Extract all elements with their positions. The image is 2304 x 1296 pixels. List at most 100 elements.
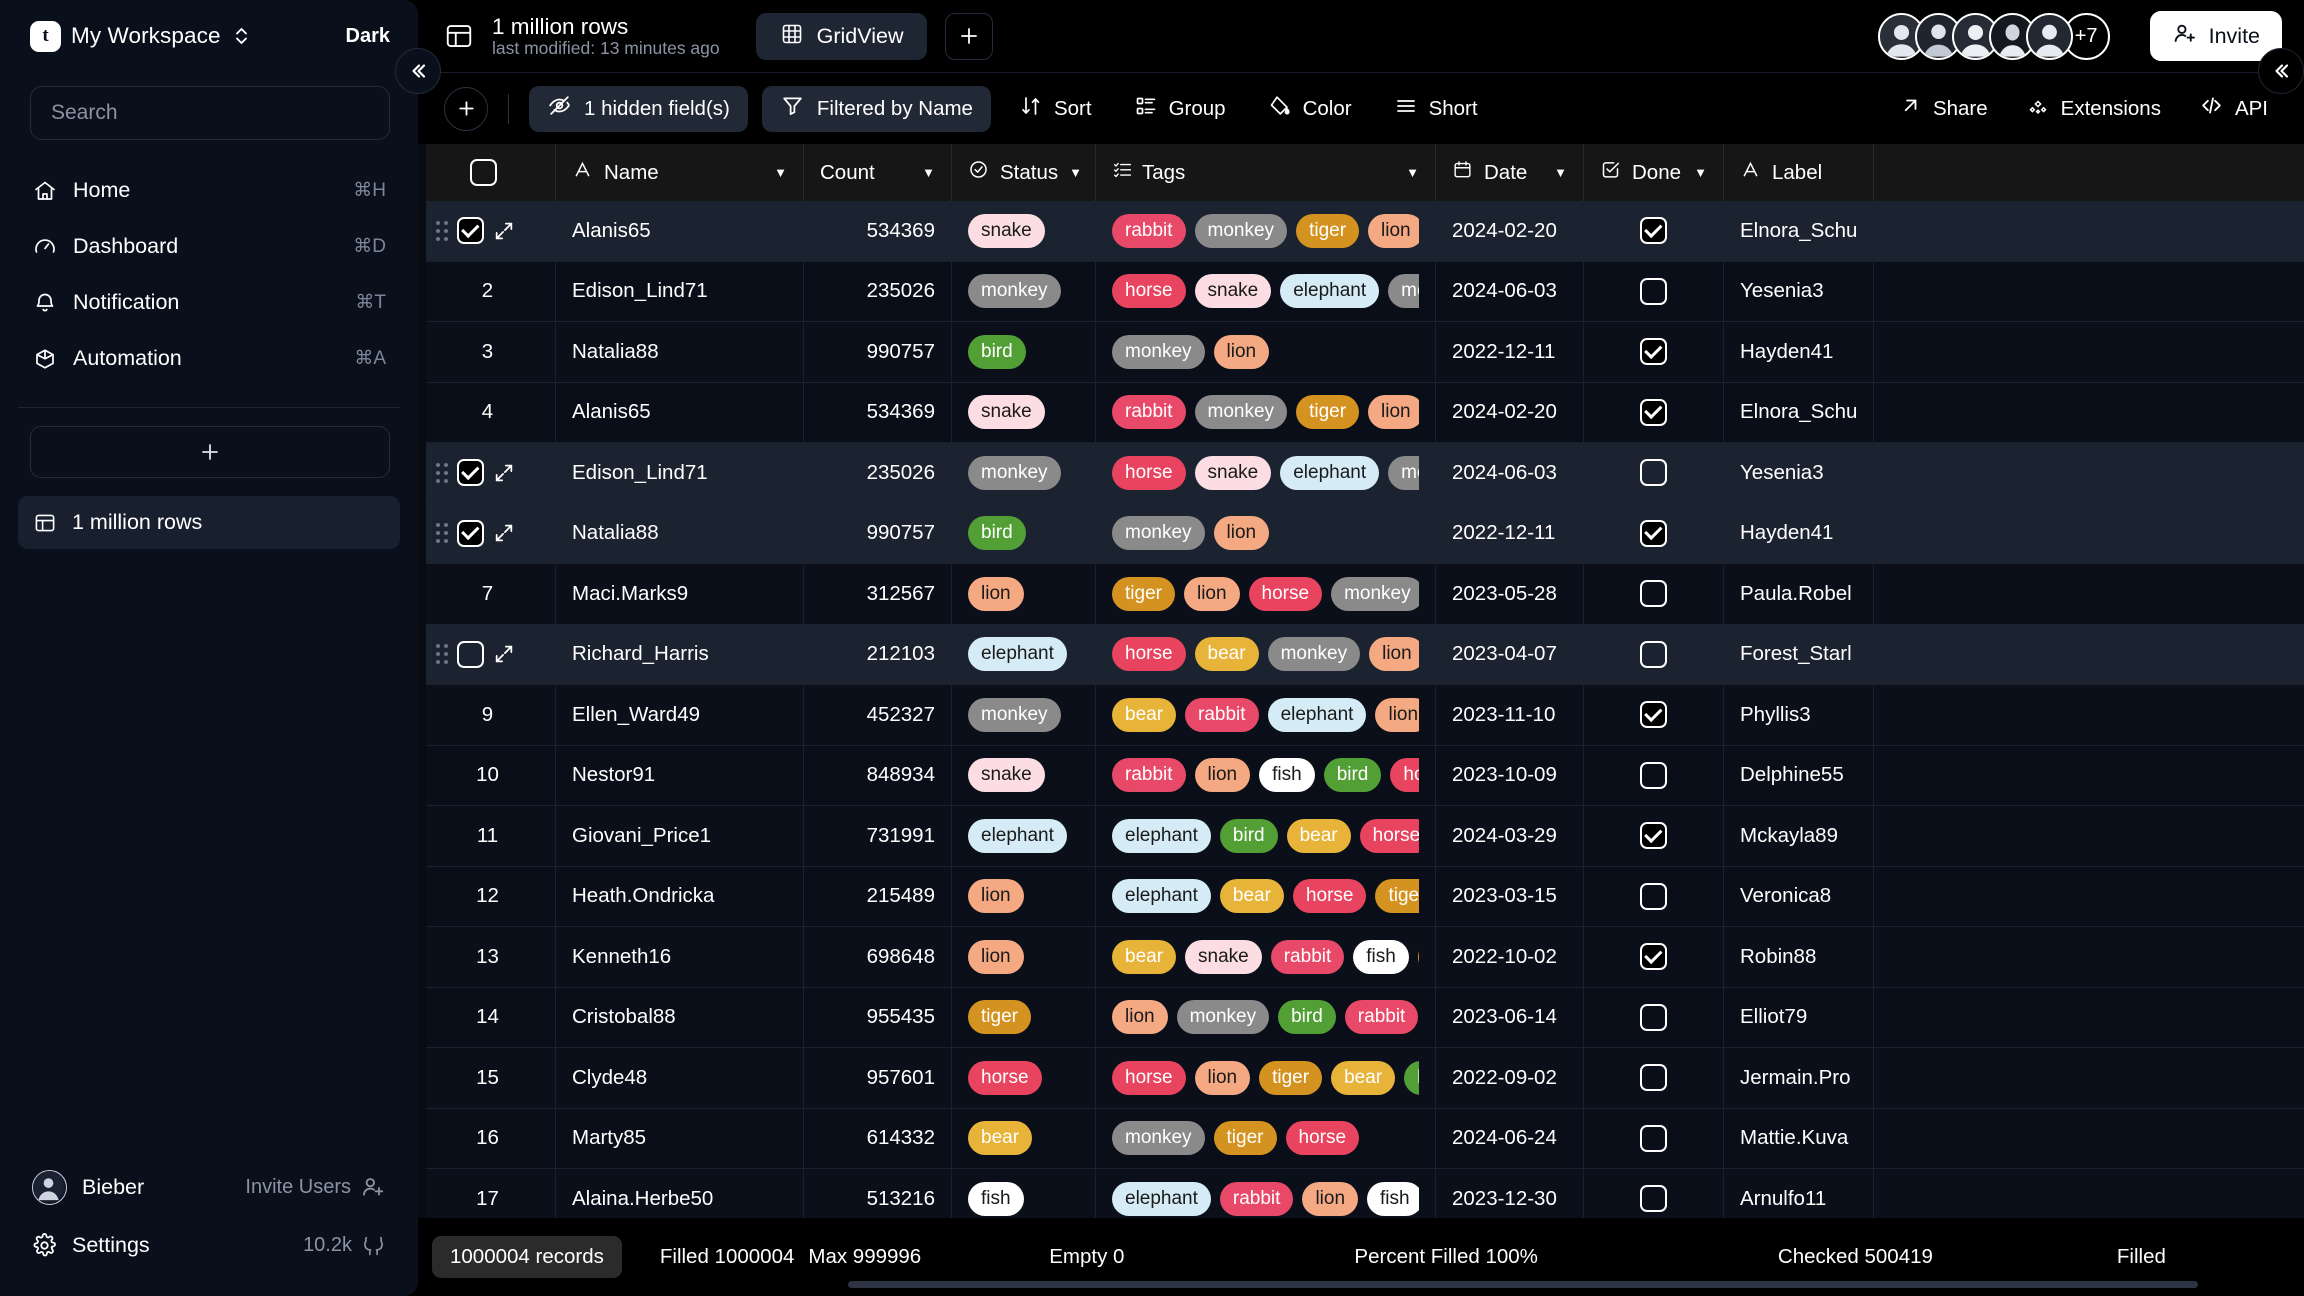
cell-count[interactable]: 235026 — [804, 443, 952, 503]
cell-name[interactable]: Heath.Ondricka — [556, 866, 804, 926]
cell-count[interactable]: 614332 — [804, 1108, 952, 1168]
cell-date[interactable]: 2022-12-11 — [1436, 322, 1584, 382]
cell-done[interactable] — [1584, 261, 1724, 321]
cell-count[interactable]: 990757 — [804, 503, 952, 563]
settings-row[interactable]: Settings 10.2k — [18, 1216, 400, 1274]
cell-name[interactable]: Alanis65 — [556, 201, 804, 261]
expand-row-icon[interactable] — [493, 522, 515, 544]
row-index-cell[interactable]: 15 — [426, 1048, 556, 1108]
cell-date[interactable]: 2024-02-20 — [1436, 382, 1584, 442]
cell-date[interactable]: 2024-06-03 — [1436, 261, 1584, 321]
cell-done[interactable] — [1584, 382, 1724, 442]
chevron-down-icon[interactable]: ▼ — [922, 165, 935, 180]
table-row[interactable]: 14 Cristobal88 955435 tiger lion monkey bird ra… — [426, 987, 2304, 1048]
cell-count[interactable]: 848934 — [804, 745, 952, 805]
table-row[interactable]: 2 Edison_Lind71 235026 monkey horse snake elep… — [426, 261, 2304, 322]
cell-label[interactable]: Hayden41 — [1724, 503, 1874, 563]
cell-name[interactable]: Natalia88 — [556, 503, 804, 563]
cell-label[interactable]: Elliot79 — [1724, 987, 1874, 1047]
row-index-cell[interactable] — [426, 201, 556, 261]
cell-name[interactable]: Edison_Lind71 — [556, 443, 804, 503]
row-index-cell[interactable]: 16 — [426, 1108, 556, 1168]
cell-tags[interactable]: horsebearmonkeylionfishsnake — [1096, 624, 1436, 684]
invite-button[interactable]: Invite — [2149, 11, 2282, 61]
cell-done[interactable] — [1584, 443, 1724, 503]
table-row[interactable]: 17 Alaina.Herbe50 513216 fish elephant rabbit… — [426, 1169, 2304, 1218]
table-row[interactable]: Richard_Harris 212103 elephant horse bear mon… — [426, 624, 2304, 685]
cell-status[interactable]: snake — [952, 201, 1096, 261]
sidebar-item-notification[interactable]: Notification ⌘T — [18, 276, 400, 329]
invite-users-link[interactable]: Invite Users — [245, 1174, 386, 1200]
group-button[interactable]: Group — [1120, 86, 1240, 132]
cell-name[interactable]: Natalia88 — [556, 322, 804, 382]
cell-name[interactable]: Alaina.Herbe50 — [556, 1169, 804, 1218]
extensions-button[interactable]: Extensions — [2012, 86, 2175, 132]
column-header-label-col[interactable]: Label — [1724, 144, 1874, 201]
cell-date[interactable]: 2023-04-07 — [1436, 624, 1584, 684]
cell-tags[interactable]: rabbitlionfishbirdhorsebear — [1096, 745, 1436, 805]
done-checkbox[interactable] — [1640, 398, 1667, 426]
cell-tags[interactable]: monkey tiger horse — [1096, 1108, 1436, 1168]
column-header-date[interactable]: Date ▼ — [1436, 144, 1584, 201]
cell-label[interactable]: Delphine55 — [1724, 745, 1874, 805]
cell-label[interactable]: Hayden41 — [1724, 322, 1874, 382]
cell-done[interactable] — [1584, 322, 1724, 382]
share-button[interactable]: Share — [1885, 86, 2002, 132]
cell-count[interactable]: 957601 — [804, 1048, 952, 1108]
done-checkbox[interactable] — [1640, 822, 1667, 850]
done-checkbox[interactable] — [1640, 1064, 1667, 1092]
cell-label[interactable]: Elnora_Schu — [1724, 201, 1874, 261]
cell-tags[interactable]: rabbit monkey tiger lion — [1096, 382, 1436, 442]
cell-label[interactable]: Yesenia3 — [1724, 261, 1874, 321]
row-select-checkbox[interactable] — [457, 459, 484, 487]
cell-date[interactable]: 2023-05-28 — [1436, 564, 1584, 624]
sidebar-item-home[interactable]: Home ⌘H — [18, 164, 400, 217]
cell-tags[interactable]: horsesnakeelephantmonkeybird — [1096, 261, 1436, 321]
cell-date[interactable]: 2023-03-15 — [1436, 866, 1584, 926]
github-stars[interactable]: 10.2k — [303, 1233, 386, 1258]
cell-date[interactable]: 2022-09-02 — [1436, 1048, 1584, 1108]
cell-label[interactable]: Yesenia3 — [1724, 443, 1874, 503]
cell-date[interactable]: 2022-10-02 — [1436, 927, 1584, 987]
cell-name[interactable]: Edison_Lind71 — [556, 261, 804, 321]
done-checkbox[interactable] — [1640, 882, 1667, 910]
cell-status[interactable]: horse — [952, 1048, 1096, 1108]
table-row[interactable]: 12 Heath.Ondricka 215489 lion elephant bear ho… — [426, 866, 2304, 927]
cell-status[interactable]: tiger — [952, 987, 1096, 1047]
cell-date[interactable]: 2024-06-03 — [1436, 443, 1584, 503]
cell-name[interactable]: Cristobal88 — [556, 987, 804, 1047]
cell-status[interactable]: monkey — [952, 443, 1096, 503]
cell-tags[interactable]: elephantbirdbearhorsemonkey — [1096, 806, 1436, 866]
hidden-fields-button[interactable]: 1 hidden field(s) — [529, 85, 748, 132]
column-header-tags[interactable]: Tags ▼ — [1096, 144, 1436, 201]
data-grid[interactable]: Name ▼ Count ▼ Status ▼ Tags ▼ Date ▼ Do… — [418, 144, 2304, 1218]
row-index-cell[interactable] — [426, 443, 556, 503]
cell-done[interactable] — [1584, 745, 1724, 805]
cell-label[interactable]: Veronica8 — [1724, 866, 1874, 926]
cell-name[interactable]: Giovani_Price1 — [556, 806, 804, 866]
row-index-cell[interactable] — [426, 503, 556, 563]
column-header-status[interactable]: Status ▼ — [952, 144, 1096, 201]
avatar[interactable] — [2025, 12, 2073, 60]
cell-status[interactable]: elephant — [952, 624, 1096, 684]
done-checkbox[interactable] — [1640, 943, 1667, 971]
cell-status[interactable]: fish — [952, 1169, 1096, 1218]
cell-status[interactable]: lion — [952, 866, 1096, 926]
cell-count[interactable]: 452327 — [804, 685, 952, 745]
collapse-right-panel-button[interactable] — [2258, 48, 2304, 94]
done-checkbox[interactable] — [1640, 580, 1667, 608]
cell-count[interactable]: 513216 — [804, 1169, 952, 1218]
add-table-button[interactable] — [30, 426, 390, 478]
chevron-down-icon[interactable]: ▼ — [1554, 165, 1567, 180]
cell-date[interactable]: 2024-06-24 — [1436, 1108, 1584, 1168]
chevron-down-icon[interactable]: ▼ — [774, 165, 787, 180]
horizontal-scrollbar[interactable] — [848, 1281, 2198, 1288]
cell-name[interactable]: Maci.Marks9 — [556, 564, 804, 624]
cell-name[interactable]: Nestor91 — [556, 745, 804, 805]
cell-count[interactable]: 212103 — [804, 624, 952, 684]
cell-tags[interactable]: rabbit monkey tiger lion — [1096, 201, 1436, 261]
cell-tags[interactable]: elephantbearhorsetigerfishlion — [1096, 866, 1436, 926]
cell-count[interactable]: 955435 — [804, 987, 952, 1047]
row-index-cell[interactable]: 2 — [426, 261, 556, 321]
row-index-cell[interactable]: 9 — [426, 685, 556, 745]
